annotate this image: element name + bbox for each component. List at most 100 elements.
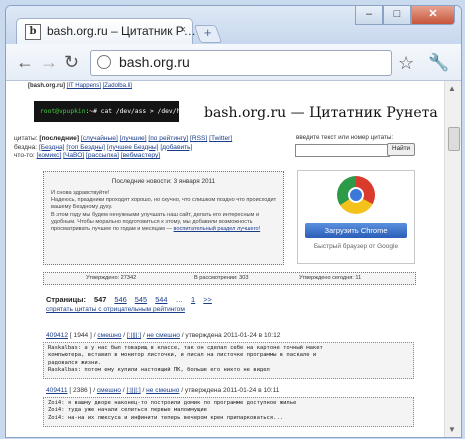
quote-rating: [ 2386 ] — [69, 387, 92, 394]
back-icon[interactable]: ← — [16, 52, 34, 73]
browser-frame: b bash.org.ru – Цитатник Р… × + – □ ✕ ← … — [5, 5, 462, 438]
news-heading: Последние новости: 3 января 2011 — [111, 178, 216, 185]
tab-title: bash.org.ru – Цитатник Р… — [47, 24, 196, 38]
quote-id-link[interactable]: 409411 — [46, 387, 68, 394]
pager-page[interactable]: 544 — [155, 295, 167, 304]
close-window-button[interactable]: ✕ — [411, 6, 455, 25]
scroll-down-icon[interactable]: ▼ — [448, 425, 456, 434]
news-line: Надеюсь, праздники проходят хорошо, но с… — [51, 197, 277, 211]
pager-page[interactable]: 546 — [114, 295, 126, 304]
quote-header: 409411 [ 2386 ] / смешно / [:||||:] / не… — [46, 387, 280, 394]
pager-first[interactable]: 1 — [191, 295, 195, 304]
globe-icon — [97, 55, 111, 69]
scroll-up-icon[interactable]: ▲ — [448, 84, 456, 93]
nav-abyss[interactable]: [Бездна] — [39, 144, 65, 151]
stat-pending: В рассмотрении: 303 — [194, 275, 249, 281]
nav-abyss-label: бездна: — [14, 143, 38, 151]
maximize-button[interactable]: □ — [383, 6, 411, 25]
stat-approved: Утверждено: 27342 — [86, 275, 137, 281]
chrome-ad[interactable]: Загрузить Chrome Быстрый браузер от Goog… — [297, 170, 415, 264]
pager-page[interactable]: 545 — [135, 295, 147, 304]
chrome-logo-icon — [337, 176, 375, 214]
nav-twitter[interactable]: [Twitter] — [209, 135, 232, 142]
quote-line: Raskalbas: а у нас был товарищ в классе,… — [48, 345, 323, 351]
pager: Страницы: 547 546 545 544 … 1 >> — [46, 295, 212, 304]
quote-date: утверждена 2011-01-24 в 10:12 — [185, 332, 281, 339]
pager-label: Страницы: — [46, 295, 86, 304]
nav-mailing[interactable]: [рассылка] — [86, 152, 119, 159]
browser-toolbar: ← → ↻ bash.org.ru ☆ 🔧 — [6, 44, 461, 81]
quote-text: Raskalbas: а у нас был товарищ в классе,… — [43, 342, 414, 379]
nav-random[interactable]: [случайные] — [81, 135, 118, 142]
ad-caption: Быстрый браузер от Google — [313, 243, 399, 250]
site-nav: цитаты: [последние] [случайные] [лучшие]… — [14, 135, 232, 161]
nav-comics[interactable]: [комикс] — [37, 152, 62, 159]
nav-other-label: что-то: — [14, 152, 35, 160]
reload-icon[interactable]: ↻ — [64, 52, 79, 73]
search-button[interactable]: Найти — [387, 143, 415, 156]
scroll-thumb[interactable] — [448, 127, 460, 151]
news-text: И снова здравствуйте! Надеюсь, праздники… — [51, 190, 279, 233]
tab-strip: b bash.org.ru – Цитатник Р… × + – □ ✕ — [6, 6, 461, 45]
vote-up-link[interactable]: смешно — [97, 387, 121, 394]
tab-close-icon[interactable]: × — [180, 24, 186, 36]
site-network-strip: [bash.org.ru] [IT Happens] [Zadolba.li] — [28, 83, 132, 89]
search-label: введите текст или номер цитаты: — [296, 134, 394, 141]
terminal-command: :~# cat /dev/ass > /dev/head — [85, 108, 192, 115]
vertical-scrollbar[interactable]: ▲ ▼ — [444, 81, 461, 437]
vote-down-link[interactable]: не смешно — [147, 332, 180, 339]
vote-down-link[interactable]: не смешно — [146, 387, 179, 394]
nav-abyss-best[interactable]: [лучшее Бездны] — [107, 144, 159, 151]
stats-bar: Утверждено: 27342 В рассмотрении: 303 Ут… — [43, 272, 416, 285]
search-input[interactable] — [295, 144, 390, 157]
address-bar[interactable]: bash.org.ru — [90, 50, 392, 76]
download-chrome-button[interactable]: Загрузить Chrome — [305, 223, 407, 238]
vote-bayan-link[interactable]: [:||||:] — [126, 387, 140, 394]
page-content: [bash.org.ru] [IT Happens] [Zadolba.li] … — [6, 81, 444, 437]
nav-latest: [последние] — [39, 135, 80, 142]
forward-icon[interactable]: → — [40, 52, 58, 73]
nav-rss[interactable]: [RSS] — [190, 135, 207, 142]
hide-negative-link[interactable]: спрятать цитаты с отрицательным рейтинго… — [46, 306, 185, 313]
url-text: bash.org.ru — [119, 54, 190, 70]
quote-line: Raskalbas: потом ему купили настоящий ПК… — [48, 366, 270, 373]
tab-bash[interactable]: b bash.org.ru – Цитатник Р… × — [16, 18, 196, 45]
pager-ellipsis: … — [175, 295, 183, 304]
news-line: И снова здравствуйте! — [51, 190, 110, 196]
new-tab-button[interactable]: + — [193, 25, 223, 43]
bookmark-star-icon[interactable]: ☆ — [398, 53, 414, 74]
pager-next[interactable]: >> — [203, 295, 212, 304]
quote-id-link[interactable]: 409412 — [46, 332, 68, 339]
vote-up-link[interactable]: смешно — [97, 332, 121, 339]
news-best-link[interactable]: воспитательный раздел лучшего! — [174, 226, 261, 232]
vote-bayan-link[interactable]: [:||||:] — [127, 332, 141, 339]
minimize-button[interactable]: – — [355, 6, 383, 25]
plus-icon: + — [203, 25, 212, 40]
nav-quotes-label: цитаты: — [14, 135, 38, 142]
terminal-logo[interactable]: root@vpupkin:~# cat /dev/ass > /dev/head — [34, 101, 192, 122]
wrench-menu-icon[interactable]: 🔧 — [428, 53, 449, 73]
nav-best[interactable]: [лучшие] — [120, 135, 147, 142]
nav-webmaster[interactable]: [вебмастеру] — [121, 152, 160, 159]
quote-rating: [ 1944 ] — [69, 332, 92, 339]
quote-line: Zoi4: туда уже начали селиться первые ма… — [48, 407, 207, 414]
quote-text: Zoi4: я вашму дворе наконец-то построили… — [43, 397, 414, 427]
link-ithappens[interactable]: [IT Happens] — [67, 83, 101, 89]
current-site-label: [bash.org.ru] — [28, 83, 65, 89]
quote-line: компьютера, вставил в монитор листочки, … — [48, 352, 317, 359]
nav-by-rating[interactable]: [по рейтингу] — [148, 135, 188, 142]
terminal-prompt: root@vpupkin — [40, 108, 86, 115]
site-title: bash.org.ru — Цитатник Рунета — [204, 105, 438, 121]
site-favicon: b — [25, 24, 41, 40]
quote-line: Zoi4: на-на их люксуса и инфинити теперь… — [48, 414, 284, 421]
nav-faq[interactable]: [ЧаВО] — [63, 152, 84, 159]
quote-date: утверждена 2011-01-24 в 10:11 — [184, 387, 280, 394]
nav-abyss-top[interactable]: [топ Бездны] — [66, 144, 105, 151]
window-controls: – □ ✕ — [355, 6, 455, 25]
news-box: Последние новости: 3 января 2011 И снова… — [43, 171, 284, 265]
pager-current: 547 — [93, 295, 107, 304]
quote-header: 409412 [ 1944 ] / смешно / [:||||:] / не… — [46, 332, 281, 339]
nav-add[interactable]: [добавить] — [160, 144, 192, 151]
quote-line: радовался жизни. — [48, 359, 101, 366]
link-zadolbali[interactable]: [Zadolba.li] — [103, 83, 132, 89]
